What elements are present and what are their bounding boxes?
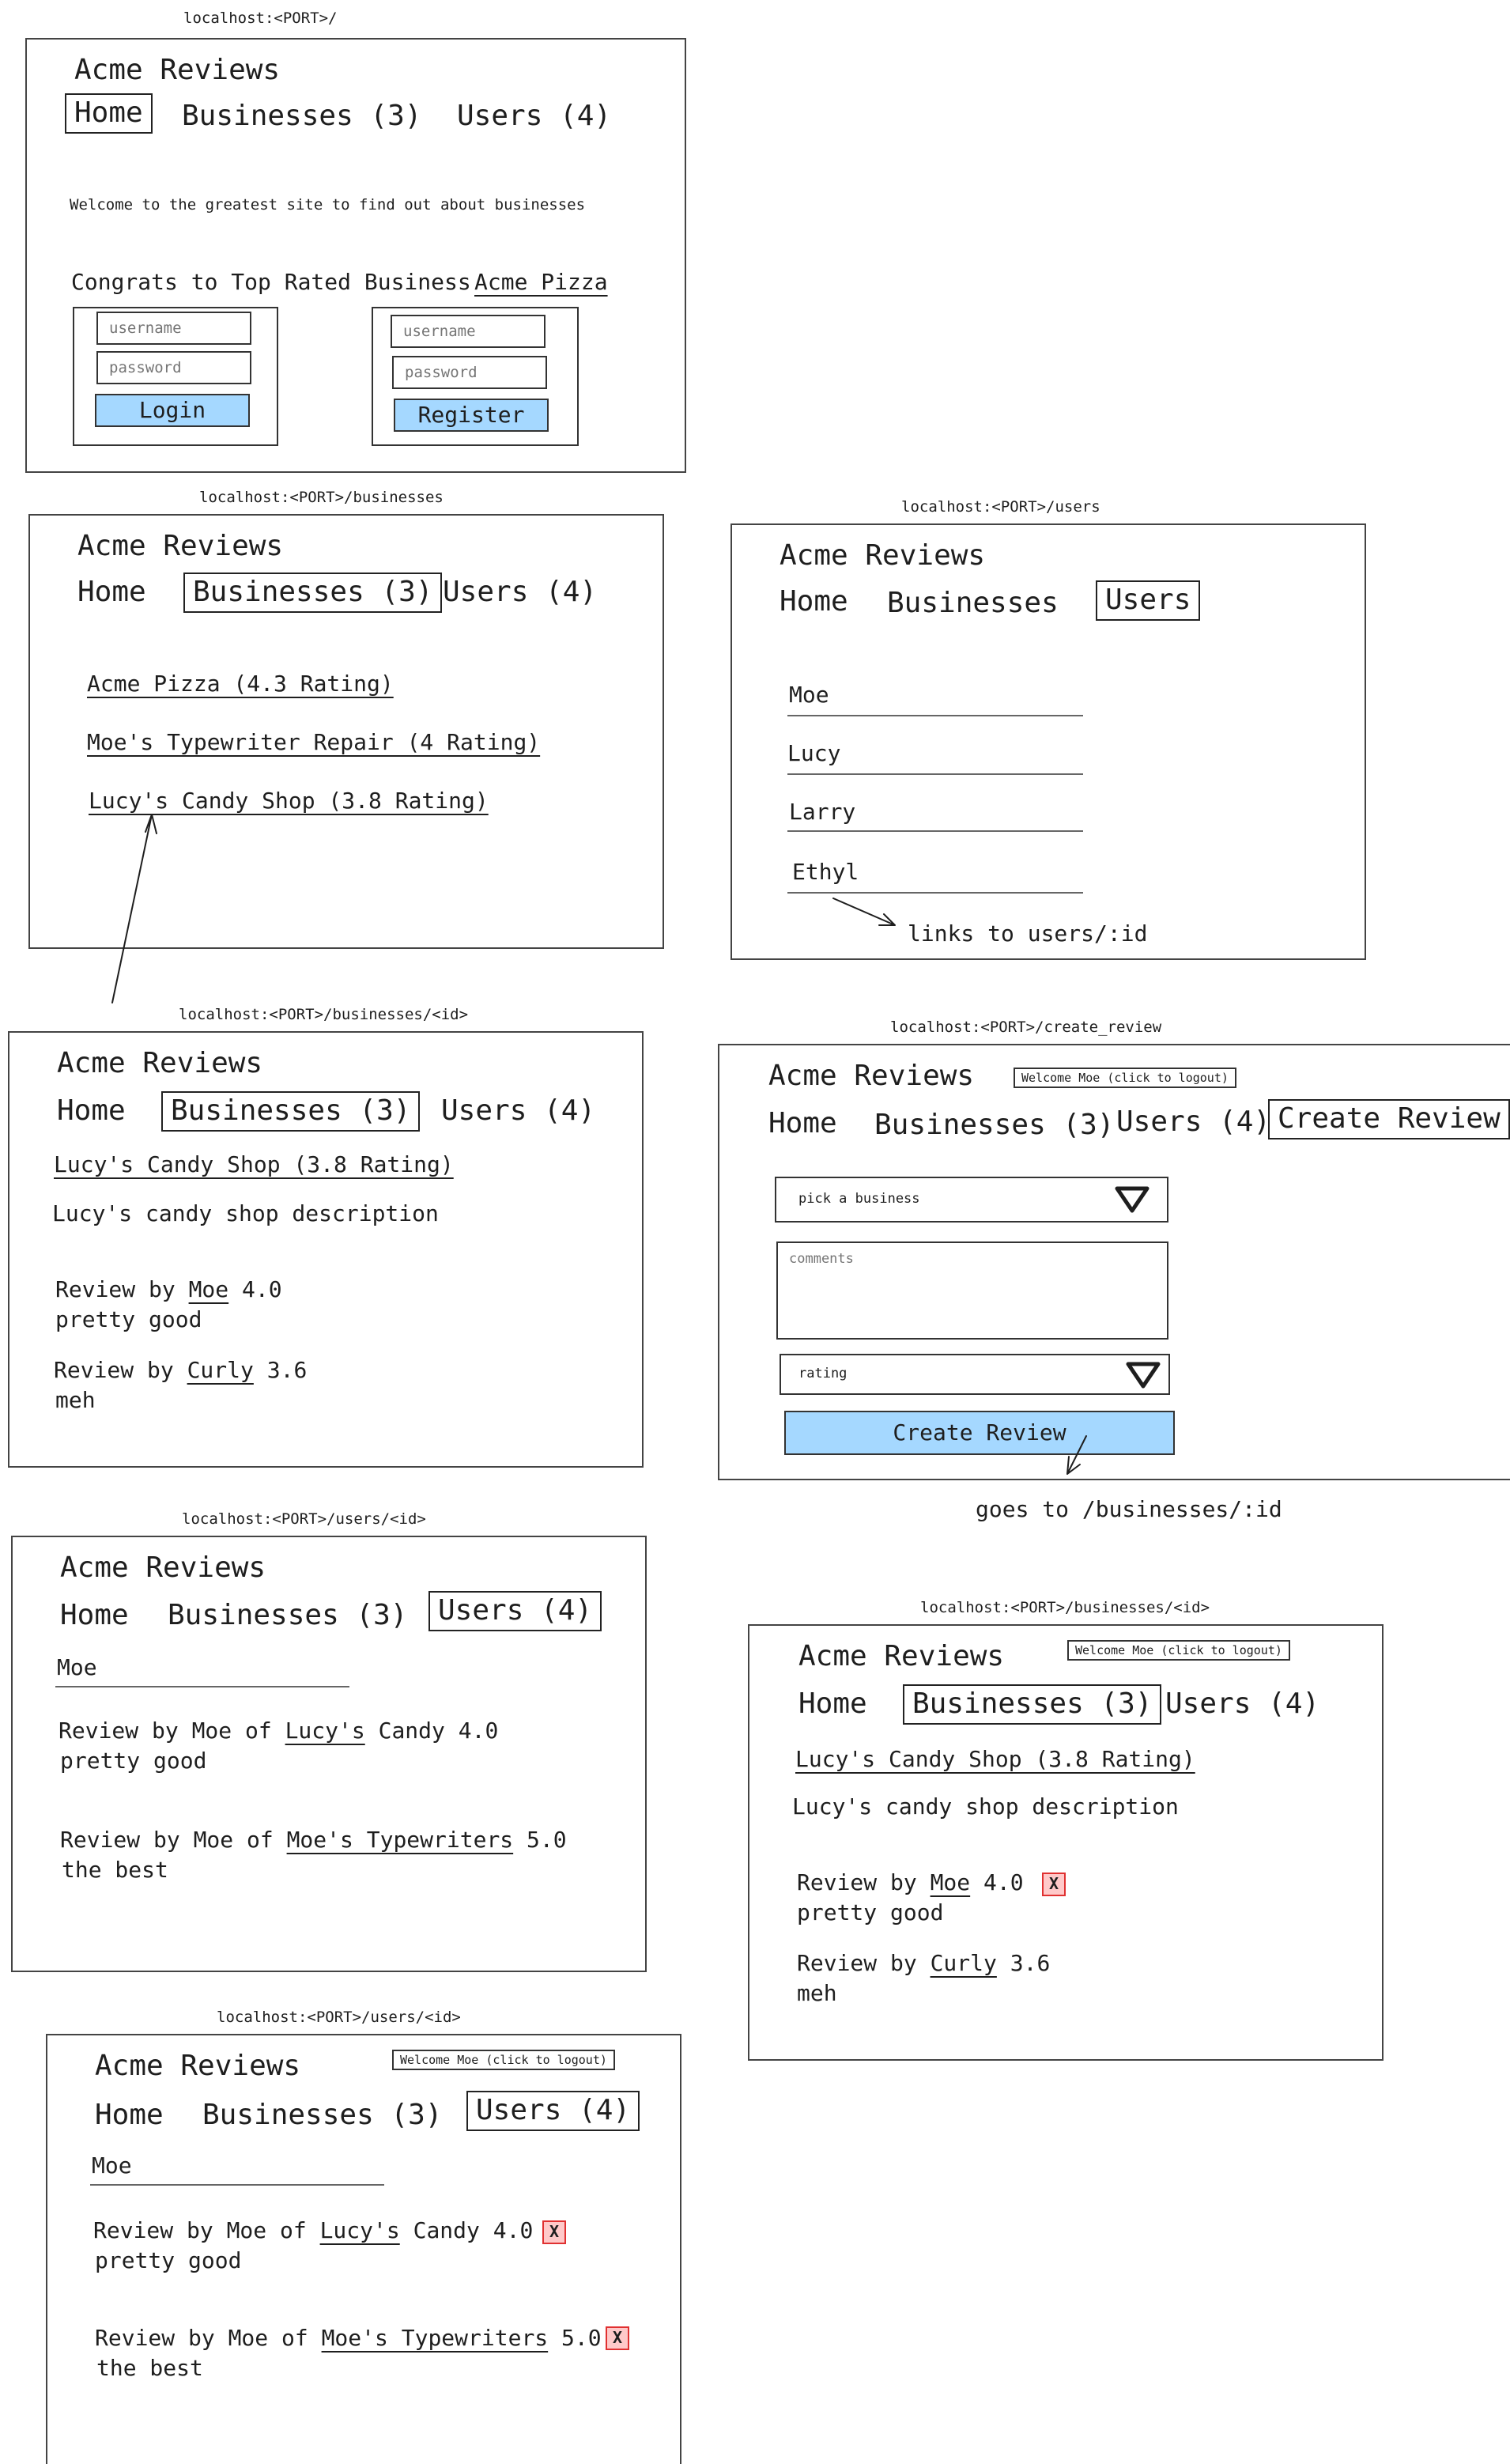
create-review-arrow — [1066, 1435, 1087, 1475]
business-link-arrow — [111, 814, 157, 1003]
annotation-arrows — [111, 814, 1087, 1475]
users-links-arrow — [832, 898, 896, 926]
